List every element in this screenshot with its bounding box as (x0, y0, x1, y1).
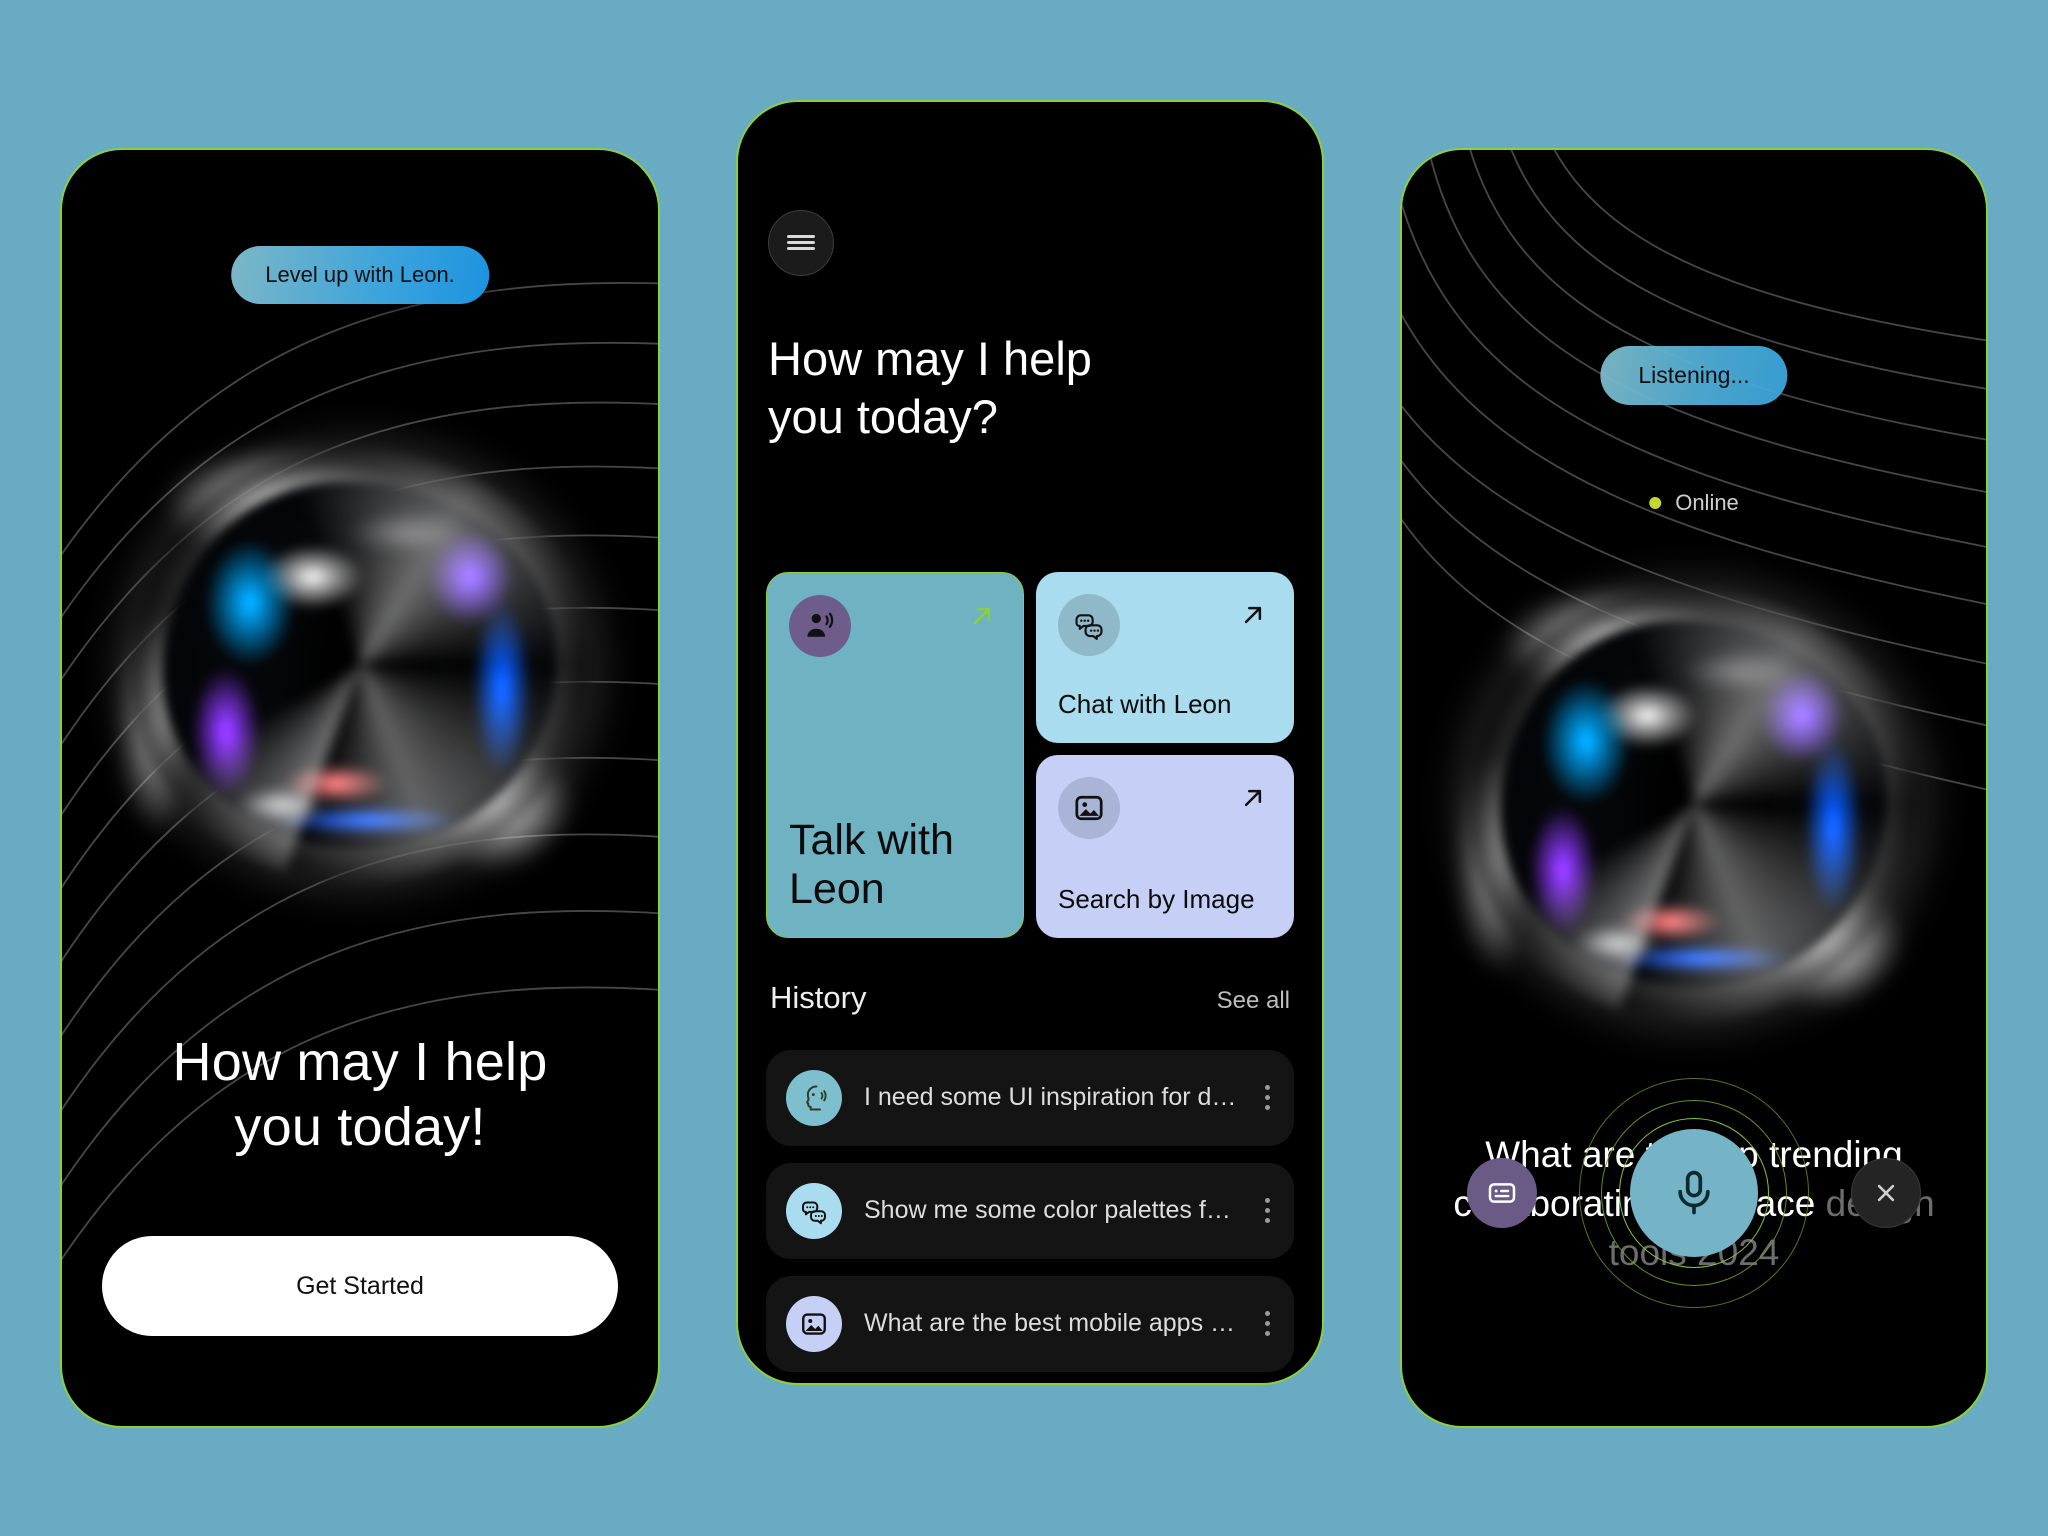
arrow-up-right-icon (973, 607, 991, 624)
kebab-menu-icon[interactable] (1264, 1198, 1274, 1223)
microphone-control (1579, 1078, 1809, 1308)
card-label: Chat with Leon (1058, 689, 1232, 720)
list-item[interactable]: I need some UI inspiration for dark... (766, 1049, 1294, 1146)
image-picture-icon (1058, 776, 1120, 839)
get-started-button[interactable]: Get Started (102, 1236, 618, 1336)
status-badge: Online (1649, 490, 1739, 516)
page-title: How may I help you today! (62, 1030, 658, 1160)
history-item-text: What are the best mobile apps 2023... (864, 1309, 1244, 1337)
headline-line-1: How may I help (172, 1032, 548, 1092)
phone-voice-screen: Listening... Online What are the top tre… (1400, 148, 1988, 1428)
listening-badge: Listening... (1600, 346, 1788, 405)
chat-bubbles-icon (786, 1182, 842, 1239)
phone-onboarding-screen: Level up with Leon. How may I help you t… (60, 148, 660, 1428)
arrow-up-right-icon (1244, 789, 1262, 806)
card-chat-with-leon[interactable]: Chat with Leon (1036, 571, 1294, 743)
card-talk-with-leon[interactable]: Talk with Leon (766, 571, 1024, 938)
microphone-icon (1678, 1170, 1710, 1215)
keyboard-input-button[interactable] (1467, 1158, 1537, 1228)
card-search-by-image[interactable]: Search by Image (1036, 754, 1294, 938)
card-label: Talk with Leon (789, 816, 954, 914)
kebab-menu-icon[interactable] (1264, 1311, 1274, 1336)
hamburger-menu-icon (787, 232, 815, 253)
history-list: I need some UI inspiration for dark... S… (766, 1049, 1294, 1372)
screenshot-canvas: Level up with Leon. How may I help you t… (0, 0, 2048, 1536)
phone-home-screen: How may I help you today? Talk with Leon… (736, 99, 1324, 1385)
microphone-button[interactable] (1630, 1129, 1758, 1257)
card-label: Search by Image (1058, 884, 1255, 915)
list-item[interactable]: What are the best mobile apps 2023... (766, 1275, 1294, 1372)
status-label: Online (1675, 490, 1739, 515)
headline-line-2: you today! (234, 1096, 486, 1157)
close-x-icon (1877, 1184, 1895, 1202)
history-item-text: Show me some color palettes for AI... (864, 1196, 1244, 1224)
close-button[interactable] (1851, 1158, 1921, 1228)
quick-action-cards: Talk with Leon Chat with Leon Search by … (766, 571, 1294, 938)
list-item[interactable]: Show me some color palettes for AI... (766, 1162, 1294, 1259)
chat-bubbles-icon (1058, 593, 1120, 656)
history-title: History (770, 979, 867, 1015)
arrow-up-right-icon (1244, 606, 1262, 623)
image-picture-icon (786, 1295, 842, 1352)
headline-line-2: you today? (768, 389, 998, 443)
level-up-badge[interactable]: Level up with Leon. (231, 246, 489, 304)
see-all-link[interactable]: See all (1217, 987, 1290, 1015)
headline-line-1: How may I help (768, 331, 1092, 385)
history-section-header: History See all (770, 980, 1290, 1016)
online-status-dot (1649, 497, 1662, 509)
head-speaking-icon (786, 1069, 842, 1126)
hamburger-menu-button[interactable] (768, 209, 834, 276)
voice-controls (1402, 1078, 1986, 1308)
kebab-menu-icon[interactable] (1264, 1085, 1274, 1110)
person-speaking-icon (789, 594, 851, 657)
iridescent-orb (91, 413, 629, 917)
iridescent-orb (1430, 553, 1958, 1055)
page-title: How may I help you today? (768, 330, 1292, 447)
history-item-text: I need some UI inspiration for dark... (864, 1083, 1244, 1111)
keyboard-caption-icon (1488, 1183, 1516, 1203)
